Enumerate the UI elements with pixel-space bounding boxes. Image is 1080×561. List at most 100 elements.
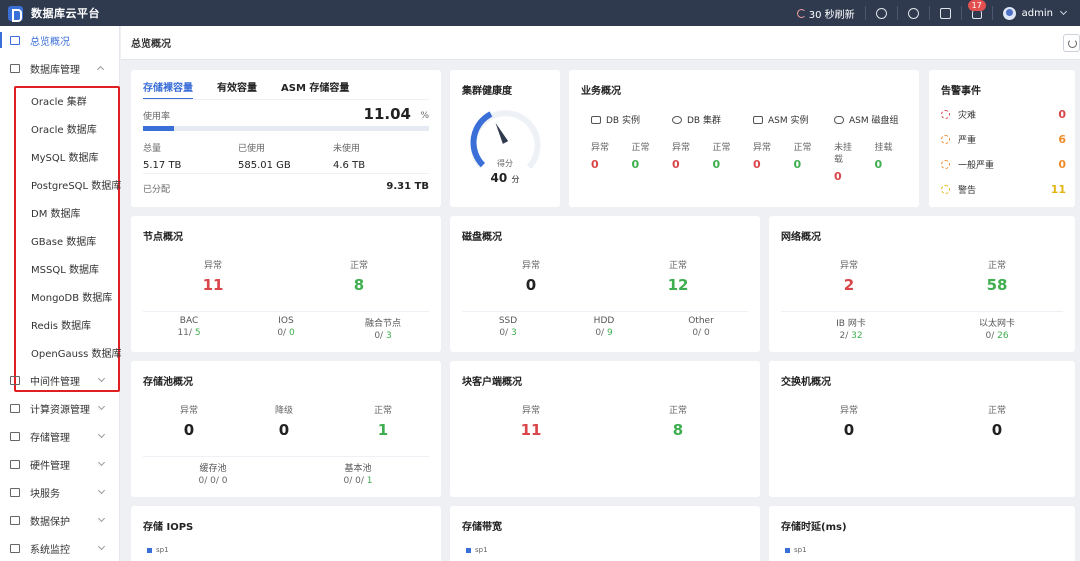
total-value: 5.17 TB bbox=[143, 160, 182, 171]
normal-label: 正常 bbox=[668, 406, 687, 416]
sidebar-item[interactable]: 计算资源管理 bbox=[0, 394, 120, 422]
allocated-label: 已分配 bbox=[143, 185, 171, 195]
card-title: 交换机概况 bbox=[781, 377, 831, 388]
alert-row[interactable]: 一般严重 0 bbox=[941, 158, 1066, 171]
alert-events-card: 告警事件 灾难 0 严重 6 一般严重 0 警告 11 bbox=[929, 70, 1075, 207]
sidebar: 总览概况 数据库管理 Oracle 集群 Oracle 数据库 MySQL 数据库 P… bbox=[0, 26, 122, 561]
sidebar-subitem[interactable]: Oracle 集群 bbox=[16, 89, 118, 117]
network-overview-card: 网络概况 异常 2 正常 58 IB 网卡 2/ 32 以太网卡 0/ 26 bbox=[769, 216, 1075, 352]
tab-effective-capacity[interactable]: 有效容量 bbox=[217, 79, 257, 100]
normal-label: 正常 bbox=[668, 261, 687, 271]
sidebar-subitem[interactable]: GBase 数据库 bbox=[16, 229, 118, 257]
storage-tabs: 存储裸容量 有效容量 ASM 存储容量 bbox=[143, 79, 373, 100]
card-title: 存储时延(ms) bbox=[781, 522, 847, 533]
refresh-button[interactable] bbox=[1063, 34, 1080, 52]
abnormal-label: 异常 bbox=[203, 261, 222, 271]
chart-legend[interactable]: sp1 bbox=[785, 546, 807, 554]
usage-label: 使用率 bbox=[143, 112, 171, 122]
legend-swatch bbox=[147, 547, 152, 553]
card-title: 存储带宽 bbox=[462, 522, 502, 533]
legend-label: sp1 bbox=[156, 546, 169, 554]
sidebar-subitem[interactable]: PostgreSQL 数据库 bbox=[16, 173, 121, 201]
image-icon bbox=[753, 115, 763, 124]
alert-count: 0 bbox=[1058, 108, 1066, 121]
legend-label: sp1 bbox=[475, 546, 488, 554]
group-label: DB 集群 bbox=[687, 116, 721, 126]
status-value: 0 bbox=[631, 158, 640, 171]
sidebar-item-database-management[interactable]: 数据库管理 bbox=[0, 54, 119, 82]
card-title: 磁盘概况 bbox=[462, 232, 502, 243]
type-value: 0/ 0 bbox=[277, 328, 295, 338]
sidebar-item-label: 数据库管理 bbox=[30, 64, 80, 76]
type-label: Other bbox=[688, 316, 714, 326]
sidebar-subitem[interactable]: OpenGauss 数据库 bbox=[16, 341, 122, 369]
storage-capacity-card: 存储裸容量 有效容量 ASM 存储容量 使用率 11.04 % 总量 5.17 T… bbox=[131, 70, 441, 207]
disaster-icon bbox=[941, 110, 950, 119]
notifications-button[interactable]: 17 bbox=[962, 0, 993, 20]
section-divider bbox=[143, 456, 429, 457]
usage-progress-fill bbox=[143, 126, 175, 131]
hardware-icon bbox=[10, 459, 20, 469]
tasks-button[interactable] bbox=[930, 6, 962, 20]
sidebar-item-overview[interactable]: 总览概况 bbox=[0, 26, 119, 54]
avatar bbox=[1002, 6, 1016, 20]
score-unit: 分 bbox=[511, 175, 520, 184]
business-groups: DB 实例 DB 集群 ASM 实例 ASM 磁盘组 bbox=[591, 113, 915, 126]
topology-button[interactable] bbox=[866, 6, 898, 20]
sidebar-item[interactable]: 系统监控 bbox=[0, 534, 120, 561]
allocated-value: 9.31 TB bbox=[386, 181, 429, 192]
iops-chart-card: 存储 IOPS sp1 bbox=[131, 506, 441, 561]
type-label: IOS bbox=[278, 316, 294, 326]
sidebar-item[interactable]: 硬件管理 bbox=[0, 450, 120, 478]
critical-icon bbox=[941, 135, 950, 144]
user-menu[interactable]: admin bbox=[993, 6, 1080, 20]
abnormal-count: 0 bbox=[843, 421, 855, 439]
normal-count: 8 bbox=[353, 276, 365, 294]
cluster-health-card: 集群健康度 得分 40 分 bbox=[450, 70, 560, 207]
sidebar-item-label: 中间件管理 bbox=[30, 376, 80, 388]
sidebar-subitem[interactable]: MSSQL 数据库 bbox=[16, 257, 118, 285]
alert-row[interactable]: 警告 11 bbox=[941, 183, 1066, 196]
tab-asm-capacity[interactable]: ASM 存储容量 bbox=[281, 79, 349, 100]
abnormal-count: 2 bbox=[843, 276, 855, 294]
abnormal-count: 11 bbox=[202, 276, 224, 294]
block-client-card: 块客户端概况 异常 11 正常 8 bbox=[450, 361, 760, 497]
status-value: 0 bbox=[793, 158, 802, 171]
sidebar-subitem[interactable]: MySQL 数据库 bbox=[16, 145, 118, 173]
abnormal-label: 异常 bbox=[839, 406, 858, 416]
sidebar-subitem[interactable]: MongoDB 数据库 bbox=[16, 285, 118, 313]
type-label: BAC bbox=[179, 316, 199, 326]
section-divider bbox=[781, 311, 1063, 312]
alert-row[interactable]: 严重 6 bbox=[941, 133, 1066, 146]
normal-label: 正常 bbox=[349, 261, 368, 271]
sidebar-subitem[interactable]: Oracle 数据库 bbox=[16, 117, 118, 145]
normal-count: 0 bbox=[991, 421, 1003, 439]
type-value: 0/ 0/ 1 bbox=[343, 476, 373, 486]
warning-icon bbox=[941, 185, 950, 194]
alert-row[interactable]: 灾难 0 bbox=[941, 108, 1066, 121]
refresh-icon bbox=[796, 8, 806, 18]
search-button[interactable] bbox=[898, 6, 930, 20]
used-value: 585.01 GB bbox=[238, 160, 291, 171]
group-db-instance: DB 实例 bbox=[591, 113, 672, 126]
block-service-icon bbox=[10, 487, 20, 497]
abnormal-label: 异常 bbox=[521, 261, 540, 271]
sidebar-item[interactable]: 存储管理 bbox=[0, 422, 120, 450]
unused-value: 4.6 TB bbox=[333, 160, 366, 171]
score-number: 40 bbox=[490, 171, 508, 185]
status-column: 正常 0 bbox=[632, 142, 673, 183]
sidebar-subitem[interactable]: Redis 数据库 bbox=[16, 313, 118, 341]
type-label: SSD bbox=[498, 316, 518, 326]
sidebar-item[interactable]: 数据保护 bbox=[0, 506, 120, 534]
chart-legend[interactable]: sp1 bbox=[147, 546, 169, 554]
sidebar-item[interactable]: 块服务 bbox=[0, 478, 120, 506]
tab-raw-capacity[interactable]: 存储裸容量 bbox=[143, 79, 193, 100]
disk-icon bbox=[834, 115, 844, 124]
type-label: IB 网卡 bbox=[836, 319, 866, 329]
sidebar-item[interactable]: 中间件管理 bbox=[0, 366, 120, 394]
status-value: 0 bbox=[712, 158, 721, 171]
auto-refresh-toggle[interactable]: 30 秒刷新 bbox=[787, 6, 866, 21]
chart-legend[interactable]: sp1 bbox=[466, 546, 488, 554]
monitor-icon bbox=[10, 543, 20, 553]
sidebar-subitem[interactable]: DM 数据库 bbox=[16, 201, 118, 229]
